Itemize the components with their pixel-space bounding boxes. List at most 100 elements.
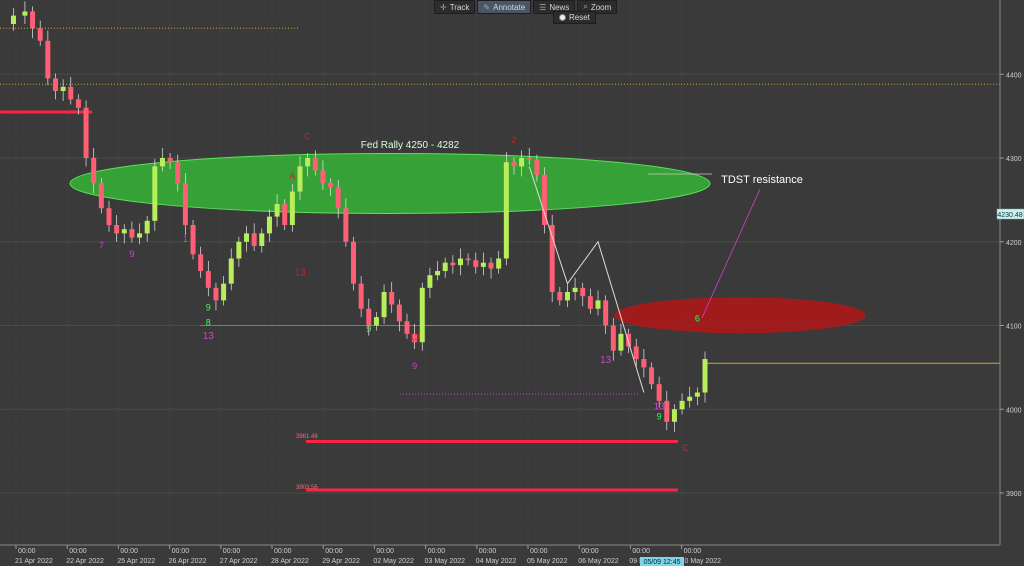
candle-bear[interactable] bbox=[557, 292, 563, 301]
price-chart[interactable]: 7919813A13C9139213139C6 3900400041004200… bbox=[0, 0, 1024, 566]
candle-bear[interactable] bbox=[465, 258, 471, 261]
candle-bear[interactable] bbox=[328, 183, 334, 188]
candle-bear[interactable] bbox=[450, 262, 456, 266]
candle-bull[interactable] bbox=[228, 258, 234, 284]
candle-bear[interactable] bbox=[664, 400, 670, 422]
candle-bull[interactable] bbox=[244, 233, 250, 242]
candle-bear[interactable] bbox=[30, 11, 36, 29]
setup-count-label: 9 bbox=[129, 249, 134, 259]
candle-bull[interactable] bbox=[236, 241, 242, 259]
setup-count-label: 8 bbox=[206, 318, 211, 328]
crosshair-time-marker: 05/09 12:45 bbox=[640, 557, 684, 566]
candle-bear[interactable] bbox=[45, 40, 51, 79]
candle-bear[interactable] bbox=[190, 225, 196, 255]
candle-bull[interactable] bbox=[618, 333, 624, 351]
candle-bear[interactable] bbox=[129, 229, 135, 238]
candle-bear[interactable] bbox=[114, 225, 120, 234]
candle-bull[interactable] bbox=[274, 204, 280, 217]
candle-bear[interactable] bbox=[641, 359, 647, 368]
candle-bull[interactable] bbox=[152, 166, 158, 221]
candle-bull[interactable] bbox=[595, 300, 601, 309]
candle-bull[interactable] bbox=[373, 317, 379, 326]
candle-bull[interactable] bbox=[381, 292, 387, 318]
candle-bear[interactable] bbox=[351, 241, 356, 284]
candle-bull[interactable] bbox=[694, 392, 700, 397]
candle-bull[interactable] bbox=[503, 162, 509, 259]
candle-bear[interactable] bbox=[343, 208, 349, 242]
x-tick-time: 00:00 bbox=[530, 548, 548, 555]
candle-bear[interactable] bbox=[282, 204, 288, 225]
candle-bull[interactable] bbox=[496, 258, 502, 269]
candle-bear[interactable] bbox=[98, 183, 104, 209]
candle-bear[interactable] bbox=[213, 287, 219, 301]
candle-bull[interactable] bbox=[702, 359, 708, 393]
candle-bear[interactable] bbox=[526, 158, 532, 160]
reset-button[interactable]: Reset bbox=[553, 11, 596, 24]
candle-bear[interactable] bbox=[649, 367, 655, 385]
candle-bear[interactable] bbox=[587, 296, 593, 309]
candle-bear[interactable] bbox=[534, 159, 540, 175]
candle-bull[interactable] bbox=[137, 233, 143, 238]
candle-bear[interactable] bbox=[91, 158, 97, 184]
candle-bear[interactable] bbox=[389, 292, 395, 305]
candle-bull[interactable] bbox=[297, 166, 303, 192]
fed-rally-zone[interactable] bbox=[69, 152, 711, 214]
candle-bear[interactable] bbox=[549, 225, 555, 292]
candle-bear[interactable] bbox=[473, 260, 479, 267]
candle-bear[interactable] bbox=[68, 86, 74, 100]
candle-bear[interactable] bbox=[335, 187, 341, 209]
tdst-zone[interactable] bbox=[614, 297, 866, 334]
candle-bear[interactable] bbox=[610, 325, 616, 351]
candle-bull[interactable] bbox=[457, 258, 463, 266]
candle-bear[interactable] bbox=[37, 28, 43, 41]
candle-bull[interactable] bbox=[60, 86, 66, 91]
candle-bear[interactable] bbox=[656, 384, 662, 401]
candle-bull[interactable] bbox=[679, 400, 685, 410]
candle-bear[interactable] bbox=[175, 162, 181, 184]
crosshair-icon: ✛ bbox=[440, 2, 447, 12]
candle-bull[interactable] bbox=[10, 15, 16, 24]
candle-bull[interactable] bbox=[289, 191, 295, 226]
candle-bull[interactable] bbox=[572, 287, 578, 292]
candle-bear[interactable] bbox=[366, 308, 372, 326]
candle-bear[interactable] bbox=[488, 262, 494, 269]
candle-bull[interactable] bbox=[159, 158, 165, 167]
candle-bear[interactable] bbox=[52, 78, 58, 91]
candle-bear[interactable] bbox=[251, 233, 257, 246]
candle-bear[interactable] bbox=[198, 254, 204, 272]
candle-bull[interactable] bbox=[305, 158, 311, 167]
candle-bear[interactable] bbox=[182, 183, 188, 225]
candle-bull[interactable] bbox=[22, 11, 28, 16]
candle-bear[interactable] bbox=[603, 300, 609, 326]
candle-bull[interactable] bbox=[259, 233, 265, 246]
candle-bull[interactable] bbox=[427, 275, 433, 288]
candle-bear[interactable] bbox=[320, 170, 326, 184]
candle-bear[interactable] bbox=[205, 271, 211, 288]
candle-bear[interactable] bbox=[75, 99, 81, 108]
candle-bear[interactable] bbox=[633, 346, 639, 359]
candle-bear[interactable] bbox=[83, 107, 89, 158]
candle-bull[interactable] bbox=[144, 220, 150, 234]
candle-bear[interactable] bbox=[106, 208, 112, 225]
candle-bear[interactable] bbox=[312, 158, 318, 171]
candle-bear[interactable] bbox=[167, 158, 173, 163]
candle-bull[interactable] bbox=[442, 262, 448, 272]
track-button[interactable]: ✛ Track bbox=[434, 0, 476, 14]
candle-bear[interactable] bbox=[358, 283, 364, 309]
candle-bear[interactable] bbox=[511, 162, 517, 167]
candle-bear[interactable] bbox=[580, 287, 586, 297]
annotate-button[interactable]: ✎ Annotate bbox=[477, 0, 532, 14]
candle-bull[interactable] bbox=[687, 396, 693, 401]
candle-bear[interactable] bbox=[396, 304, 402, 322]
candle-bull[interactable] bbox=[121, 229, 127, 234]
x-tick-time: 00:00 bbox=[18, 548, 36, 555]
candle-bull[interactable] bbox=[221, 283, 227, 301]
candle-bull[interactable] bbox=[435, 271, 441, 276]
candle-bull[interactable] bbox=[480, 262, 486, 267]
candle-bull[interactable] bbox=[564, 292, 570, 301]
candle-bull[interactable] bbox=[519, 158, 525, 167]
candle-bull[interactable] bbox=[419, 287, 425, 343]
candle-bull[interactable] bbox=[671, 409, 677, 422]
crosshair-time-text: 05/09 12:45 bbox=[644, 559, 681, 566]
candle-bull[interactable] bbox=[266, 216, 272, 234]
